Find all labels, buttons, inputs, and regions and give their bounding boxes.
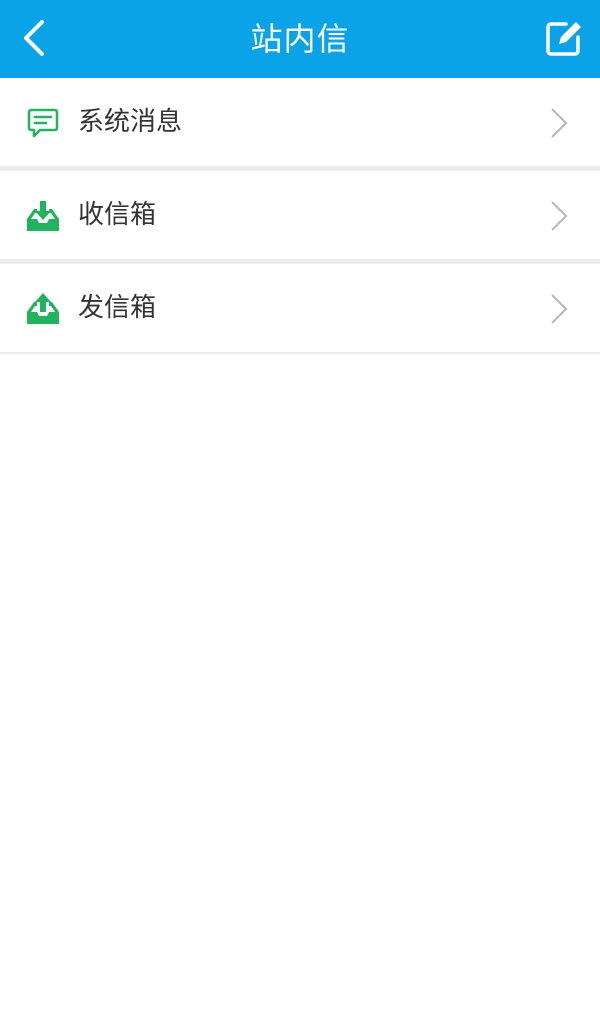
chevron-right-icon [551, 108, 568, 138]
outbox-icon [27, 293, 59, 324]
inbox-icon [27, 201, 59, 231]
page-title: 站内信 [250, 20, 350, 58]
edit-icon [546, 22, 581, 56]
message-icon [27, 108, 59, 138]
mailbox-menu: 系统消息 收信箱 发信箱 [0, 78, 600, 357]
empty-content-area [0, 354, 600, 1027]
chevron-right-icon [551, 201, 568, 231]
app-header: 站内信 [0, 0, 600, 78]
chevron-right-icon [551, 294, 568, 324]
menu-item-inbox[interactable]: 收信箱 [0, 171, 600, 264]
menu-item-system-messages[interactable]: 系统消息 [0, 78, 600, 171]
compose-button[interactable] [542, 16, 586, 60]
menu-item-label: 收信箱 [78, 200, 157, 230]
menu-item-label: 系统消息 [78, 107, 183, 137]
menu-item-label: 发信箱 [78, 293, 157, 323]
menu-item-outbox[interactable]: 发信箱 [0, 264, 600, 357]
